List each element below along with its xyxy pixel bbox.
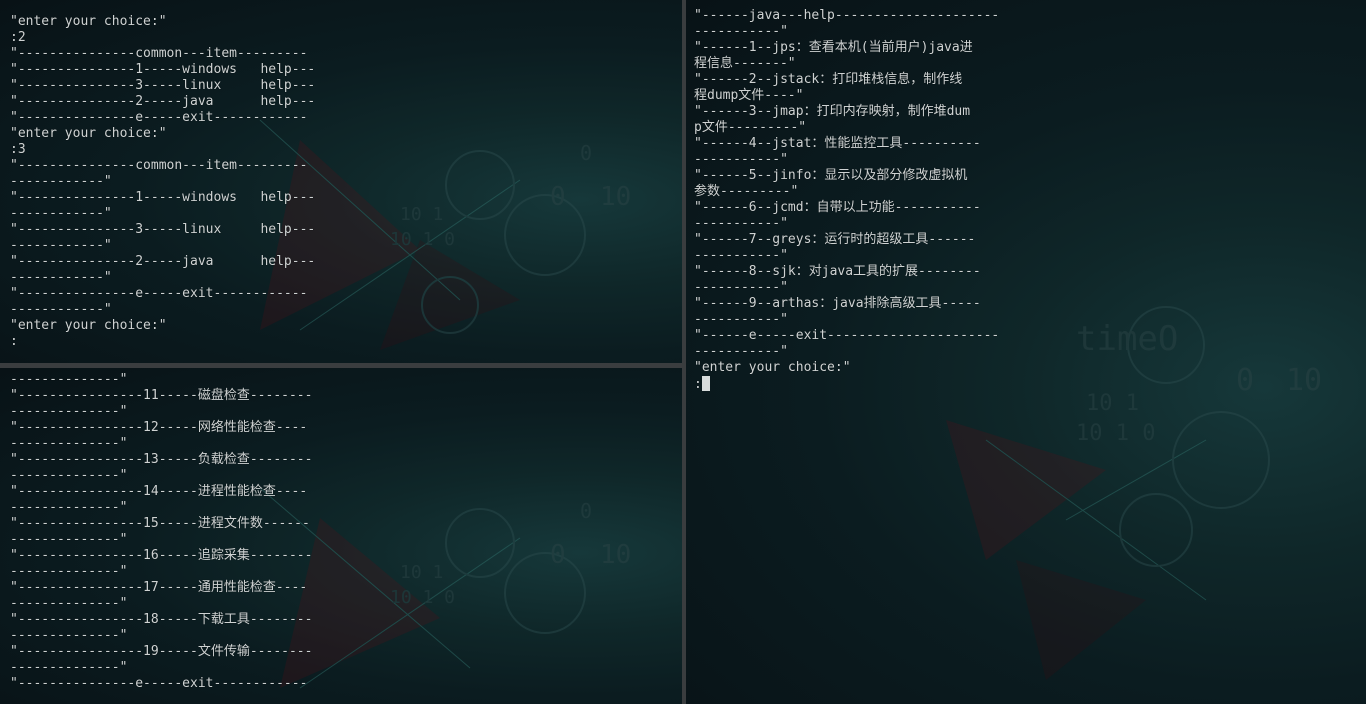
- svg-text:timeO: timeO: [1076, 319, 1178, 359]
- terminal-line: -----------": [694, 280, 788, 295]
- terminal-line: 程dump文件----": [694, 88, 804, 103]
- terminal-pane-bottom-left[interactable]: 0 0 10 10 1 10 1 0 --------------" "-----…: [0, 368, 682, 704]
- terminal-line: "enter your choice:": [10, 14, 167, 29]
- terminal-line: --------------": [10, 436, 128, 451]
- terminal-line: :3: [10, 142, 26, 157]
- terminal-line: "------9--arthas：java排除高级工具-----: [694, 296, 981, 311]
- terminal-line: -----------": [694, 216, 788, 231]
- svg-text:10: 10: [600, 540, 631, 570]
- terminal-line: --------------": [10, 404, 128, 419]
- terminal-line: --------------": [10, 532, 128, 547]
- terminal-line: -----------": [694, 344, 788, 359]
- terminal-line: --------------": [10, 500, 128, 515]
- terminal-line: --------------": [10, 660, 128, 675]
- terminal-line: --------------": [10, 564, 128, 579]
- terminal-line: "------2--jstack：打印堆栈信息，制作线: [694, 72, 963, 87]
- terminal-line: "enter your choice:": [10, 318, 167, 333]
- text-cursor: [701, 376, 710, 391]
- terminal-line: --------------": [10, 372, 128, 387]
- svg-text:10: 10: [1286, 363, 1322, 398]
- terminal-line: "------3--jmap：打印内存映射，制作堆dum: [694, 104, 971, 119]
- terminal-line: "---------------1-----windows help---: [10, 62, 316, 77]
- terminal-line: "----------------13-----负载检查--------: [10, 452, 313, 467]
- terminal-line: "------8--sjk：对java工具的扩展--------: [694, 264, 981, 279]
- svg-text:0: 0: [580, 499, 592, 523]
- terminal-line: ------------": [10, 206, 112, 221]
- terminal-line: "----------------14-----进程性能检查----: [10, 484, 308, 499]
- terminal-line: "------6--jcmd：自带以上功能-----------: [694, 200, 981, 215]
- terminal-line: "enter your choice:": [10, 126, 167, 141]
- terminal-output-top-left: "enter your choice:":2 "---------------co…: [10, 14, 315, 350]
- terminal-line: "---------------e-----exit------------: [10, 110, 308, 125]
- terminal-prompt-line[interactable]: :: [694, 376, 999, 392]
- terminal-line: -----------": [694, 312, 788, 327]
- terminal-line: ------------": [10, 174, 112, 189]
- terminal-line: "---------------common---item---------: [10, 158, 308, 173]
- terminal-line: "----------------17-----通用性能检查----: [10, 580, 308, 595]
- terminal-line: "----------------16-----追踪采集--------: [10, 548, 313, 563]
- terminal-line: "----------------12-----网络性能检查----: [10, 420, 308, 435]
- terminal-line: -----------": [694, 24, 788, 39]
- terminal-line: p文件---------": [694, 120, 807, 135]
- svg-text:10 1: 10 1: [400, 562, 443, 583]
- terminal-window: 0 0 10 10 1 10 1 0 "enter your choice:":…: [0, 0, 1366, 704]
- terminal-line: "------5--jinfo：显示以及部分修改虚拟机: [694, 168, 968, 183]
- terminal-line: :: [10, 334, 18, 349]
- svg-text:0: 0: [1236, 363, 1254, 398]
- terminal-line: "----------------18-----下载工具--------: [10, 612, 313, 627]
- terminal-line: "---------------2-----java help---: [10, 94, 316, 109]
- terminal-line: "------7--greys：运行时的超级工具------: [694, 232, 976, 247]
- terminal-pane-right[interactable]: timeO 0 10 10 1 10 1 0 "------java---hel…: [686, 0, 1366, 704]
- terminal-line: -----------": [694, 152, 788, 167]
- terminal-line: "------java---help---------------------: [694, 8, 1000, 23]
- terminal-line: --------------": [10, 468, 128, 483]
- svg-text:10: 10: [600, 182, 631, 212]
- terminal-line: "---------------e-----exit------------: [10, 286, 308, 301]
- svg-text:10 1 0: 10 1 0: [390, 229, 455, 250]
- terminal-line: ------------": [10, 238, 112, 253]
- terminal-pane-top-left[interactable]: 0 0 10 10 1 10 1 0 "enter your choice:":…: [0, 0, 682, 363]
- terminal-line: "---------------common---item---------: [10, 46, 308, 61]
- terminal-line: --------------": [10, 596, 128, 611]
- terminal-line: "------1--jps：查看本机(当前用户)java进: [694, 40, 973, 55]
- terminal-line: ------------": [10, 302, 112, 317]
- terminal-line: 参数---------": [694, 184, 799, 199]
- svg-text:0: 0: [580, 141, 592, 165]
- terminal-line: "----------------15-----进程文件数------: [10, 516, 310, 531]
- terminal-line: "----------------11-----磁盘检查--------: [10, 388, 313, 403]
- terminal-line: "------e-----exit----------------------: [694, 328, 1000, 343]
- terminal-line: "enter your choice:": [694, 360, 851, 375]
- terminal-line: "---------------3-----linux help---: [10, 222, 316, 237]
- terminal-line: "---------------3-----linux help---: [10, 78, 316, 93]
- svg-text:0: 0: [550, 182, 566, 212]
- svg-text:10 1: 10 1: [1086, 391, 1139, 416]
- prompt-marker: :: [694, 377, 702, 392]
- svg-text:10 1 0: 10 1 0: [390, 587, 455, 608]
- terminal-line: ------------": [10, 270, 112, 285]
- terminal-line: -----------": [694, 248, 788, 263]
- terminal-line: "------4--jstat：性能监控工具----------: [694, 136, 981, 151]
- terminal-line: "---------------e-----exit------------: [10, 676, 308, 691]
- svg-text:10 1: 10 1: [400, 204, 443, 225]
- terminal-output-bottom-left: --------------" "----------------11-----磁…: [10, 372, 312, 692]
- terminal-line: --------------": [10, 628, 128, 643]
- svg-text:10 1 0: 10 1 0: [1076, 421, 1155, 446]
- terminal-line: "---------------1-----windows help---: [10, 190, 316, 205]
- terminal-line: "---------------2-----java help---: [10, 254, 316, 269]
- svg-text:0: 0: [550, 540, 566, 570]
- terminal-line: :2: [10, 30, 26, 45]
- terminal-line: "----------------19-----文件传输--------: [10, 644, 313, 659]
- terminal-output-right: "------java---help--------------------- -…: [694, 8, 999, 392]
- terminal-line: 程信息-------": [694, 56, 796, 71]
